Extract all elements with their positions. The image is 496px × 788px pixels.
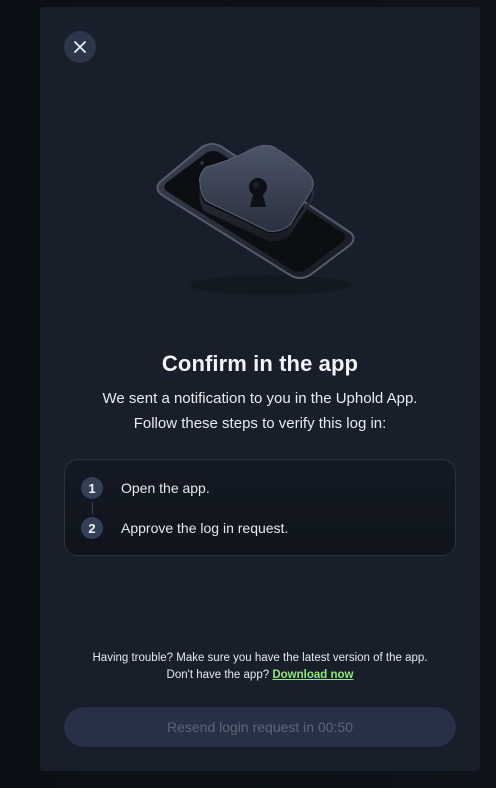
step-number-badge: 2 xyxy=(81,517,103,539)
help-text-prefix: Don't have the app? xyxy=(166,669,270,681)
step-number-badge: 1 xyxy=(81,477,103,499)
subtitle-line-2: Follow these steps to verify this log in… xyxy=(133,415,387,432)
confirm-modal: Confirm in the app We sent a notificatio… xyxy=(40,7,480,771)
step-label: Open the app. xyxy=(121,480,210,496)
step-connector xyxy=(92,502,93,514)
resend-login-request-button[interactable]: Resend login request in 00:50 xyxy=(64,707,456,747)
step-label: Approve the log in request. xyxy=(121,520,289,536)
step-item: 2 Approve the log in request. xyxy=(81,517,288,539)
close-icon xyxy=(74,41,86,53)
close-button[interactable] xyxy=(64,31,96,63)
step-item: 1 Open the app. xyxy=(81,477,210,499)
download-now-link[interactable]: Download now xyxy=(272,669,353,681)
modal-title: Confirm in the app xyxy=(161,351,359,376)
help-text-line-2: Don't have the app? Download now xyxy=(40,669,480,681)
subtitle-line-1: We sent a notification to you in the Uph… xyxy=(102,390,418,407)
steps-box: 1 Open the app. 2 Approve the log in req… xyxy=(64,459,456,556)
phone-shield-lock-illustration xyxy=(156,143,355,295)
help-text-line-1: Having trouble? Make sure you have the l… xyxy=(92,652,428,664)
